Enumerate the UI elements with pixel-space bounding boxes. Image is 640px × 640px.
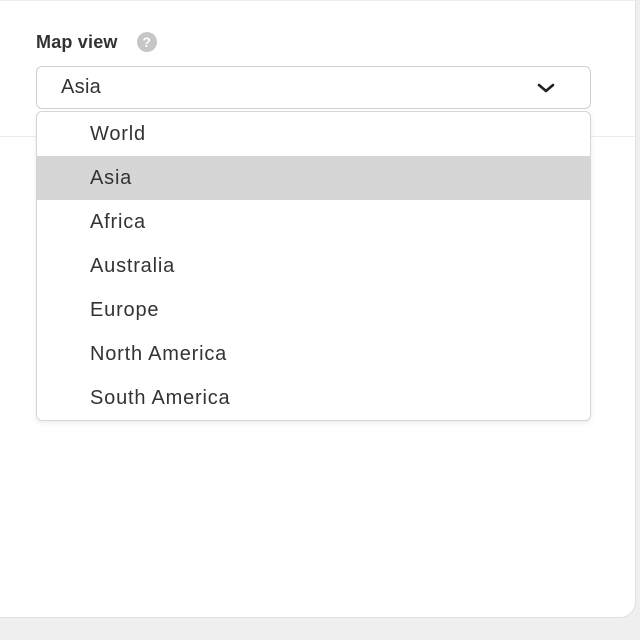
help-icon[interactable]: ? — [136, 32, 157, 52]
map-view-select[interactable]: Asia — [36, 66, 591, 109]
option-europe[interactable]: Europe — [37, 288, 590, 332]
settings-panel: Map view ? Asia World Asia Africa Austra… — [0, 0, 636, 618]
option-world[interactable]: World — [37, 112, 590, 156]
option-africa[interactable]: Africa — [37, 200, 590, 244]
map-view-selected-value: Asia — [61, 76, 102, 98]
option-south-america[interactable]: South America — [37, 376, 590, 420]
option-australia[interactable]: Australia — [37, 244, 590, 288]
option-asia[interactable]: Asia — [37, 156, 590, 200]
map-view-label-row: Map view ? — [36, 30, 157, 54]
map-view-dropdown-menu: World Asia Africa Australia Europe North… — [36, 111, 591, 421]
chevron-down-icon[interactable] — [536, 79, 556, 97]
page: Map view ? Asia World Asia Africa Austra… — [0, 0, 640, 640]
map-view-label: Map view — [36, 31, 118, 52]
option-north-america[interactable]: North America — [37, 332, 590, 376]
